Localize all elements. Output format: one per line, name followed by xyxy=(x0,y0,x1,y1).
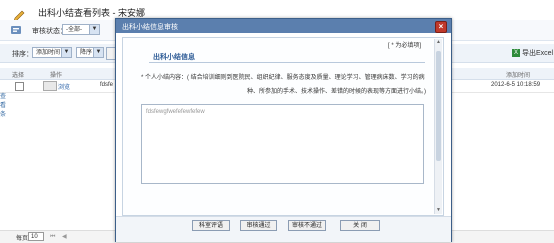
pager-label: 每页 xyxy=(16,236,29,242)
row-browse-link[interactable]: 浏览 xyxy=(58,82,70,91)
chevron-down-icon: ▼ xyxy=(89,25,99,34)
section-divider xyxy=(149,62,425,63)
sort-label: 排序： xyxy=(12,51,33,58)
sort-order-select[interactable]: 降序 ▼ xyxy=(76,47,104,58)
row-time: 2012-6-5 10:18:59 xyxy=(491,82,541,88)
required-note: [ * 为必填项] xyxy=(387,43,421,49)
sort-order-value: 降序 xyxy=(80,50,93,56)
summary-field-label-line1: * 个人小结内容：( 结合培训细则到医院民、组织纪律、服务态度及质量、理论学习、… xyxy=(141,75,425,81)
department-comment-button[interactable]: 科室评语 xyxy=(192,220,230,231)
left-tab[interactable]: 查 xyxy=(0,93,7,102)
reject-button[interactable]: 审核不通过 xyxy=(288,220,326,231)
per-page-value: 10 xyxy=(31,234,38,240)
review-dialog: 出科小结信息审核 × [ * 为必填项] 出科小结信息 * 个人小结内容：( 结… xyxy=(115,18,452,242)
column-header-action: 操作 xyxy=(50,73,63,79)
summary-field-label-line2: 种、所参加的手术、技术操作、差错的时候的表现等方面进行小结。) xyxy=(247,89,426,95)
first-page-icon[interactable]: ⏮ xyxy=(50,233,58,241)
status-filter-icon xyxy=(11,26,21,34)
left-tab-strip: 查 看 条 xyxy=(0,93,7,133)
summary-content-text: fdsfewgfwefefewfefew xyxy=(146,109,205,115)
status-filter-select[interactable]: -全部- ▼ xyxy=(62,24,100,35)
scroll-thumb[interactable] xyxy=(436,51,441,161)
left-tab[interactable]: 条 xyxy=(0,111,7,120)
sort-field-select[interactable]: 添加时间 ▼ xyxy=(32,47,72,58)
column-header-select: 选择 xyxy=(12,73,25,79)
summary-field-label: * 个人小结内容：( 结合培训细则到医院民、组织纪律、服务态度及质量、理论学习、… xyxy=(141,71,426,99)
section-title: 出科小结信息 xyxy=(153,54,195,61)
export-excel-button[interactable]: X 导出Excel xyxy=(512,48,553,58)
row-name: fdsfe xyxy=(100,82,114,88)
close-icon[interactable]: × xyxy=(435,21,447,33)
row-checkbox[interactable] xyxy=(15,82,24,91)
close-button[interactable]: 关 闭 xyxy=(340,220,380,231)
export-excel-label: 导出Excel xyxy=(522,50,554,57)
status-filter-value: -全部- xyxy=(66,27,82,33)
approve-button[interactable]: 审核通过 xyxy=(240,220,277,231)
row-tag xyxy=(43,81,57,91)
scroll-down-icon[interactable]: ▼ xyxy=(435,207,442,214)
dialog-title: 出科小结信息审核 xyxy=(122,24,178,31)
summary-content-textarea[interactable]: fdsfewgfwefefewfefew xyxy=(141,104,424,184)
chevron-down-icon: ▼ xyxy=(93,48,103,57)
prev-page-icon[interactable]: ◀ xyxy=(62,233,70,241)
sort-field-value: 添加时间 xyxy=(36,50,61,56)
vertical-scrollbar[interactable]: ▲ ▼ xyxy=(434,39,442,214)
column-header-time: 添加时间 xyxy=(506,73,531,79)
excel-icon: X xyxy=(512,49,520,58)
per-page-select[interactable]: 10 xyxy=(28,232,44,241)
dialog-footer: 科室评语 审核通过 审核不通过 关 闭 xyxy=(116,216,451,242)
left-tab[interactable]: 看 xyxy=(0,102,7,111)
dialog-body: [ * 为必填项] 出科小结信息 * 个人小结内容：( 结合培训细则到医院民、组… xyxy=(122,37,444,216)
dialog-titlebar: 出科小结信息审核 × xyxy=(116,19,451,33)
chevron-down-icon: ▼ xyxy=(61,48,71,57)
scroll-up-icon[interactable]: ▲ xyxy=(435,39,442,46)
